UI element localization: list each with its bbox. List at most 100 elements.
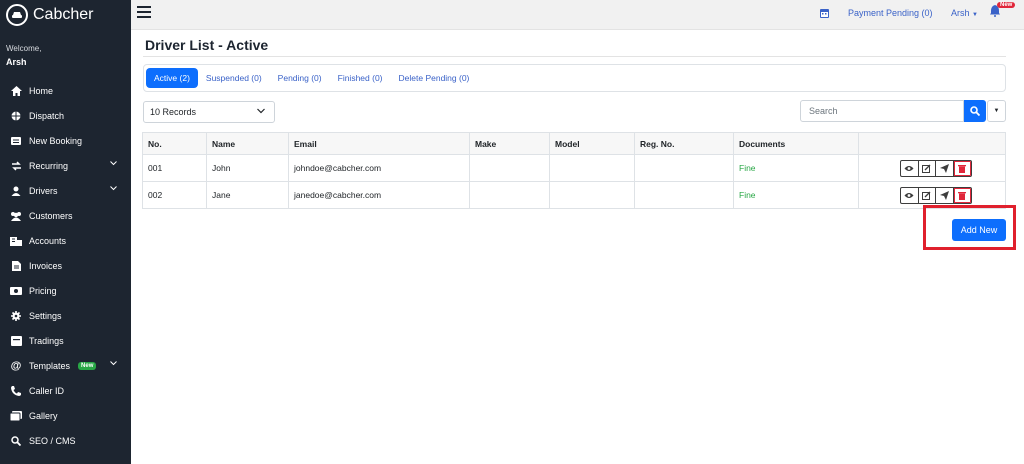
user-dropdown[interactable]: Arsh ▼ [951, 8, 978, 18]
recurring-icon [10, 160, 22, 172]
add-new-button[interactable]: Add New [952, 219, 1006, 241]
sidebar-item-label: New Booking [29, 135, 83, 146]
sidebar-item-accounts[interactable]: Accounts [0, 228, 131, 253]
sidebar-item-label: SEO / CMS [29, 435, 76, 446]
car-logo-icon [6, 4, 28, 26]
sidebar-item-label: Settings [29, 310, 62, 321]
table-row: 002 Jane janedoe@cabcher.com Fine [142, 181, 1006, 209]
gear-icon [10, 310, 22, 322]
accounts-icon [10, 235, 22, 247]
notification-badge: New [997, 2, 1016, 8]
view-eye-icon[interactable] [901, 160, 919, 176]
calendar-icon[interactable] [820, 8, 829, 18]
sidebar-item-seo-cms[interactable]: SEO / CMS [0, 428, 131, 453]
col-reg-no: Reg. No. [634, 132, 734, 155]
sidebar-item-label: Pricing [29, 285, 57, 296]
sidebar-item-customers[interactable]: Customers [0, 203, 131, 228]
search-options-dropdown[interactable]: ▼ [987, 100, 1006, 122]
gallery-icon [10, 410, 22, 422]
sidebar-item-templates[interactable]: @ Templates New [0, 353, 131, 378]
table-header-row: No. Name Email Make Model Reg. No. Docum… [142, 132, 1006, 155]
hamburger-menu-icon[interactable] [137, 6, 151, 18]
customers-icon [10, 210, 22, 222]
tab-delete-pending[interactable]: Delete Pending (0) [391, 68, 478, 88]
col-documents: Documents [733, 132, 859, 155]
sidebar: Cabcher Welcome, Arsh Home Dispatch New … [0, 0, 131, 464]
col-no: No. [142, 132, 207, 155]
sidebar-item-invoices[interactable]: Invoices [0, 253, 131, 278]
drivers-table: No. Name Email Make Model Reg. No. Docum… [142, 132, 1006, 209]
tab-pending[interactable]: Pending (0) [270, 68, 330, 88]
records-select-value: 10 Records [150, 107, 197, 117]
tab-active[interactable]: Active (2) [146, 68, 198, 88]
sidebar-item-dispatch[interactable]: Dispatch [0, 103, 131, 128]
phone-icon [10, 385, 22, 397]
search-button[interactable] [964, 100, 986, 122]
cell-email: janedoe@cabcher.com [288, 181, 470, 209]
chevron-down-icon [110, 186, 117, 191]
topbar: Payment Pending (0) Arsh ▼ New [131, 0, 1024, 30]
send-icon[interactable] [936, 160, 954, 176]
sidebar-nav: Home Dispatch New Booking Recurring Driv… [0, 78, 131, 453]
search-icon [10, 435, 22, 447]
sidebar-item-drivers[interactable]: Drivers [0, 178, 131, 203]
cell-documents: Fine [733, 181, 859, 209]
cell-no: 001 [142, 154, 207, 182]
edit-icon[interactable] [919, 187, 936, 203]
delete-trash-icon[interactable] [953, 187, 971, 203]
sidebar-item-label: Accounts [29, 235, 67, 246]
table-row: 001 John johndoe@cabcher.com Fine [142, 154, 1006, 182]
cell-make [469, 154, 550, 182]
brand-name: Cabcher [33, 6, 94, 23]
row-actions [900, 186, 972, 204]
cell-no: 002 [142, 181, 207, 209]
records-per-page-select[interactable]: 10 Records [143, 101, 275, 123]
send-icon[interactable] [936, 187, 954, 203]
edit-icon[interactable] [919, 160, 936, 176]
cell-make [469, 181, 550, 209]
chevron-down-icon [110, 361, 117, 366]
delete-trash-icon[interactable] [953, 160, 971, 176]
cell-model [549, 181, 635, 209]
cell-reg-no [634, 154, 734, 182]
sidebar-item-label: Recurring [29, 160, 69, 171]
divider [143, 56, 1006, 57]
chevron-down-icon [110, 161, 117, 166]
sidebar-item-label: Caller ID [29, 385, 65, 396]
sidebar-item-recurring[interactable]: Recurring [0, 153, 131, 178]
cell-name: John [206, 154, 289, 182]
chevron-down-icon [257, 108, 265, 114]
col-name: Name [206, 132, 289, 155]
sidebar-item-tradings[interactable]: Tradings [0, 328, 131, 353]
payment-pending-link[interactable]: Payment Pending (0) [848, 8, 933, 18]
user-name: Arsh [951, 8, 970, 18]
sidebar-item-label: Home [29, 85, 54, 96]
sidebar-item-label: Dispatch [29, 110, 65, 121]
cell-email: johndoe@cabcher.com [288, 154, 470, 182]
tab-finished[interactable]: Finished (0) [330, 68, 391, 88]
view-eye-icon[interactable] [901, 187, 919, 203]
sidebar-item-home[interactable]: Home [0, 78, 131, 103]
sidebar-item-gallery[interactable]: Gallery [0, 403, 131, 428]
new-badge: New [78, 361, 97, 370]
sidebar-item-pricing[interactable]: Pricing [0, 278, 131, 303]
col-email: Email [288, 132, 470, 155]
brand[interactable]: Cabcher [6, 4, 93, 26]
tab-suspended[interactable]: Suspended (0) [198, 68, 270, 88]
caret-down-icon: ▼ [993, 108, 1000, 114]
row-actions [900, 159, 972, 177]
page-title: Driver List - Active [145, 37, 269, 53]
sidebar-item-caller-id[interactable]: Caller ID [0, 378, 131, 403]
driver-icon [10, 185, 22, 197]
cell-actions [858, 154, 1006, 182]
cell-name: Jane [206, 181, 289, 209]
sidebar-item-label: Tradings [29, 335, 64, 346]
home-icon [10, 85, 22, 97]
sidebar-item-label: Templates [29, 360, 71, 371]
sidebar-item-label: Customers [29, 210, 73, 221]
search-input[interactable]: Search [800, 100, 964, 122]
col-make: Make [469, 132, 550, 155]
sidebar-item-new-booking[interactable]: New Booking [0, 128, 131, 153]
sidebar-item-settings[interactable]: Settings [0, 303, 131, 328]
search-icon [970, 106, 980, 116]
